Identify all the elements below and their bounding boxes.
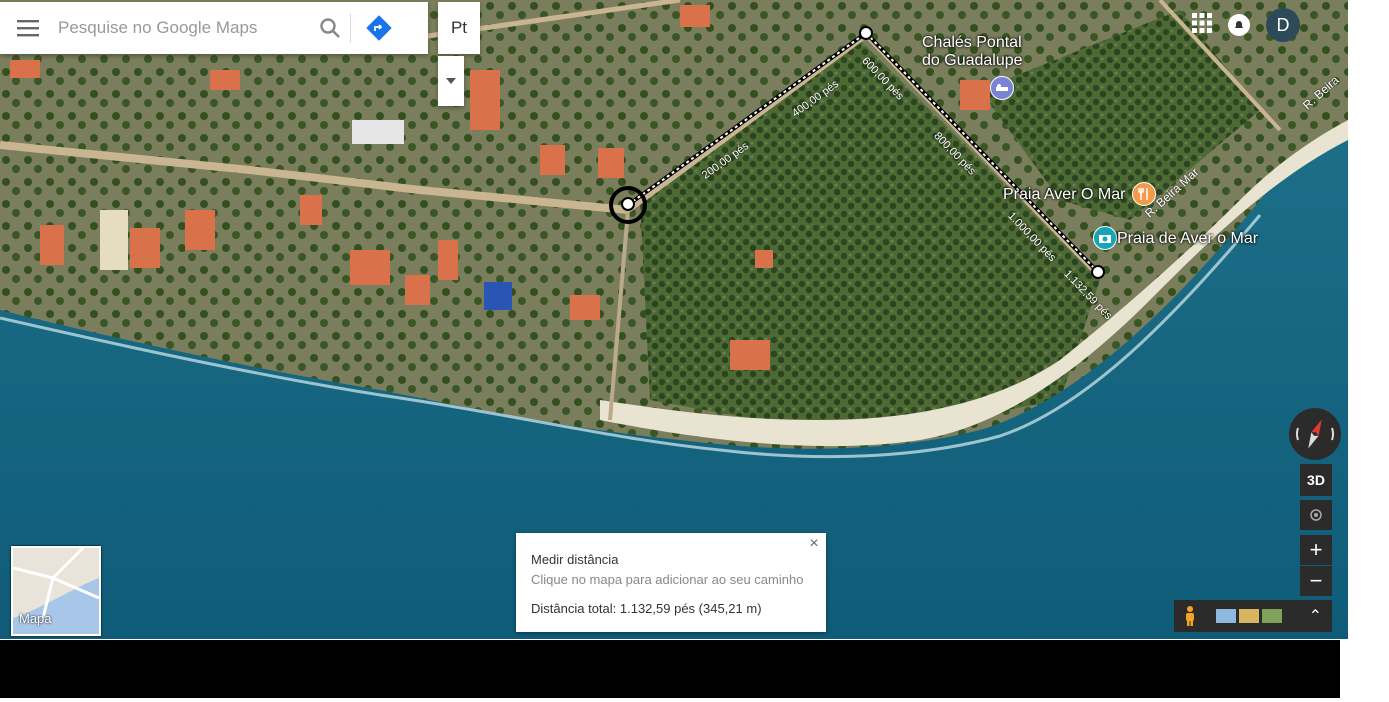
map-type-label: Mapa [19,611,52,626]
apps-icon[interactable] [1192,12,1212,38]
hotel-icon[interactable] [990,76,1014,100]
compass-icon[interactable] [1289,408,1341,460]
measure-hint: Clique no mapa para adicionar ao seu cam… [531,572,804,587]
language-dropdown[interactable] [438,56,464,106]
layer-thumb-satellite[interactable] [1262,609,1282,623]
close-icon[interactable]: × [806,536,822,552]
menu-icon[interactable] [0,2,56,54]
chevron-down-icon [446,78,456,84]
layers-bar: ⌃ [1174,600,1332,632]
restaurant-icon[interactable] [1132,182,1156,206]
account-area: D [1192,8,1300,42]
measure-distance-card: Medir distância Clique no mapa para adic… [516,533,826,632]
place-praia-de-aver-o-mar[interactable]: Praia de Aver o Mar [1117,230,1258,248]
search-input[interactable] [56,17,310,39]
my-location-icon[interactable] [1300,500,1332,530]
zoom-out-button[interactable]: − [1300,566,1332,596]
measure-end-point [1091,265,1105,279]
layer-thumb-water[interactable] [1216,609,1236,623]
search-box [0,2,428,54]
zoom-in-button[interactable]: + [1300,535,1332,565]
expand-icon[interactable]: ⌃ [1309,606,1322,626]
3d-button[interactable]: 3D [1300,464,1332,496]
directions-icon[interactable] [351,2,407,54]
search-icon[interactable] [310,2,350,54]
camera-icon[interactable] [1093,226,1117,250]
map-type-toggle[interactable]: Mapa [11,546,101,636]
layer-thumb-terrain[interactable] [1239,609,1259,623]
black-bar [0,640,1340,698]
language-button[interactable]: Pt [438,2,480,54]
measure-title: Medir distância [531,552,619,567]
avatar[interactable]: D [1266,8,1300,42]
measure-total: Distância total: 1.132,59 pés (345,21 m) [531,601,762,616]
place-praia-aver-o-mar[interactable]: Praia Aver O Mar [1003,186,1125,204]
notifications-icon[interactable] [1228,14,1250,36]
place-chales-pontal[interactable]: Chalés Pontal do Guadalupe [922,34,1023,70]
pegman-icon[interactable] [1174,605,1206,627]
measure-vertex [859,26,873,40]
